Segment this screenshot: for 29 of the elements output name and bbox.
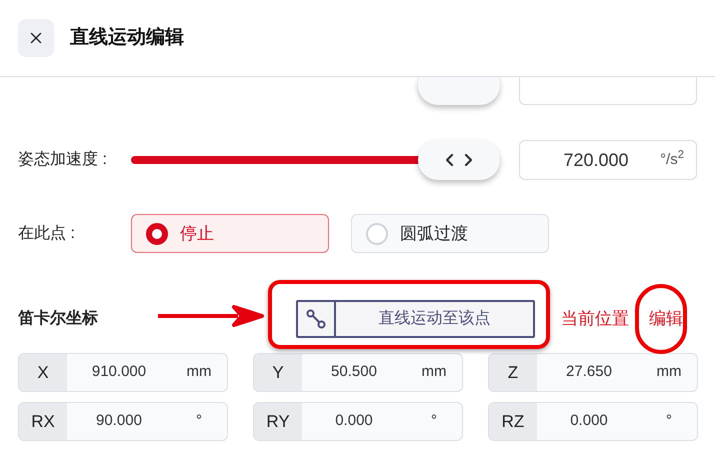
coordinate-field[interactable]: Y 50.500 mm	[253, 353, 463, 392]
section-label: 笛卡尔坐标	[18, 308, 98, 328]
radio-option[interactable]: 停止	[131, 214, 329, 253]
slider-thumb[interactable]	[418, 140, 500, 180]
coordinate-field[interactable]: RZ 0.000 °	[488, 402, 698, 441]
axis-label: RX	[19, 403, 67, 440]
coordinate-field[interactable]: RX 90.000 °	[18, 402, 228, 441]
move-to-point-button[interactable]: 直线运动至该点	[296, 300, 535, 338]
dialog-title: 直线运动编辑	[70, 26, 184, 50]
radio-option[interactable]: 圆弧过渡	[351, 214, 549, 253]
path-icon	[306, 308, 326, 328]
coordinate-field[interactable]: Z 27.650 mm	[488, 353, 698, 392]
coordinate-field[interactable]: X 910.000 mm	[18, 353, 228, 392]
value-field[interactable]	[519, 77, 697, 105]
slider-thumb[interactable]	[418, 77, 500, 105]
chevrons-icon	[446, 153, 472, 167]
current-position-link[interactable]: 当前位置	[561, 306, 629, 332]
field-label: 姿态加速度 :	[18, 151, 107, 168]
value-field[interactable]: 720.000 °/s$^{2}$	[519, 140, 697, 180]
coordinate-field[interactable]: RY 0.000 °	[253, 402, 463, 441]
axis-label: Z	[489, 354, 537, 391]
field-label: 在此点 :	[18, 224, 76, 244]
edit-link[interactable]: 编辑	[649, 308, 683, 328]
axis-label: X	[19, 354, 67, 391]
slider-track[interactable]	[131, 140, 500, 180]
axis-label: RY	[254, 403, 302, 440]
axis-label: RZ	[489, 403, 537, 440]
close-button[interactable]	[18, 19, 54, 57]
axis-label: Y	[254, 354, 302, 391]
